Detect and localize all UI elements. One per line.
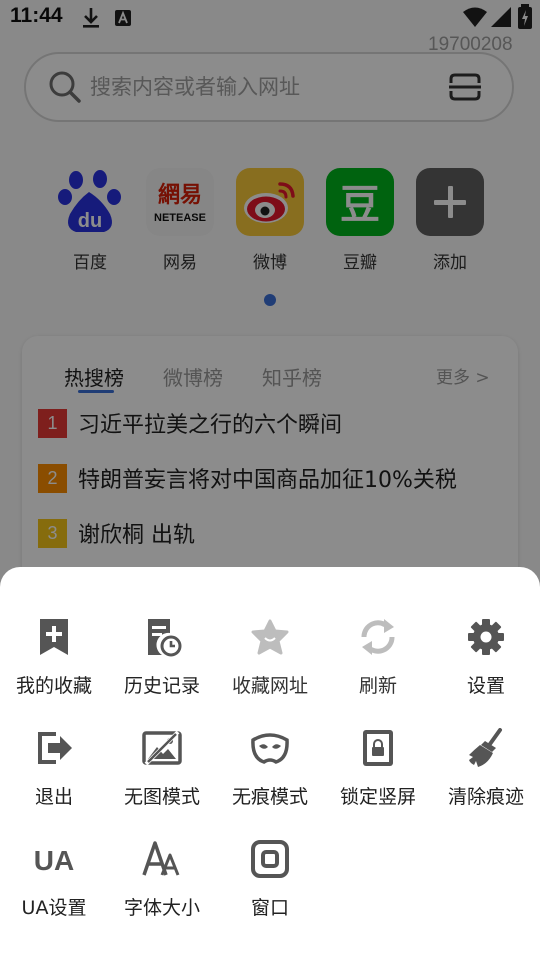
menu-item-label: 字体大小 <box>123 897 200 919</box>
star-icon <box>251 619 289 655</box>
menu-item-lock-portrait[interactable]: 锁定竖屏 <box>324 728 432 828</box>
refresh-icon <box>361 619 395 655</box>
menu-item-settings[interactable]: 设置 <box>432 617 540 717</box>
gear-icon <box>468 619 504 655</box>
font-size-icon <box>142 841 180 876</box>
menu-item-refresh[interactable]: 刷新 <box>324 617 432 717</box>
menu-item-bookmark-url[interactable]: 收藏网址 <box>216 617 324 717</box>
menu-item-window[interactable]: 窗口 <box>216 839 324 939</box>
menu-item-ua-settings[interactable]: UA UA设置 <box>0 839 108 939</box>
ua-icon-text: UA <box>34 845 74 876</box>
menu-item-label: 窗口 <box>250 897 289 919</box>
menu-item-label: 收藏网址 <box>231 675 308 697</box>
menu-item-label: UA设置 <box>21 897 87 919</box>
menu-item-label: 我的收藏 <box>15 675 92 697</box>
ua-icon: UA <box>34 845 74 876</box>
menu-item-no-image-mode[interactable]: 无图模式 <box>108 728 216 828</box>
menu-item-my-bookmarks[interactable]: 我的收藏 <box>0 617 108 717</box>
history-icon <box>148 619 182 657</box>
menu-item-history[interactable]: 历史记录 <box>108 617 216 717</box>
bookmark-add-icon <box>40 619 68 655</box>
menu-item-label: 无痕模式 <box>231 786 308 808</box>
menu-sheet: 我的收藏 历史记录 收藏网址 刷新 设置 退出 无图模式 无痕模式 锁定竖屏 清… <box>0 567 540 960</box>
menu-item-label: 锁定竖屏 <box>339 786 416 808</box>
menu-item-label: 历史记录 <box>123 675 200 697</box>
menu-item-exit[interactable]: 退出 <box>0 728 108 828</box>
menu-item-font-size[interactable]: 字体大小 <box>108 839 216 939</box>
menu-item-label: 刷新 <box>358 675 397 697</box>
window-icon <box>251 840 289 878</box>
lock-portrait-icon <box>363 730 393 766</box>
menu-item-incognito[interactable]: 无痕模式 <box>216 728 324 828</box>
menu-item-label: 清除痕迹 <box>447 786 524 808</box>
mask-icon <box>251 733 289 764</box>
menu-item-label: 退出 <box>34 786 73 808</box>
broom-icon <box>469 728 502 767</box>
no-image-icon <box>142 730 182 766</box>
menu-item-clear-traces[interactable]: 清除痕迹 <box>432 728 540 828</box>
menu-item-label: 无图模式 <box>123 786 200 808</box>
menu-item-label: 设置 <box>466 675 505 697</box>
exit-icon <box>38 732 72 764</box>
